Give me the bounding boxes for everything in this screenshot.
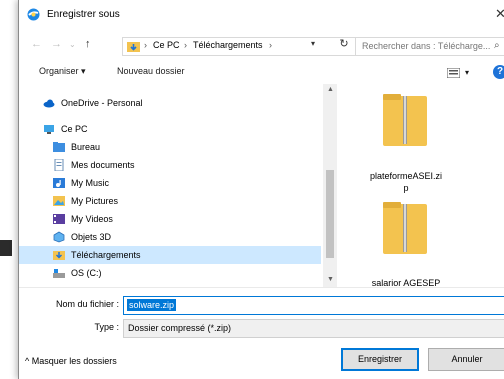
- breadcrumb-separator-icon: ›: [184, 40, 187, 50]
- nav-item-this-pc[interactable]: Ce PC: [19, 120, 321, 138]
- file-type-value: Dossier compressé (*.zip): [128, 323, 232, 333]
- scroll-down-icon[interactable]: ▼: [327, 276, 334, 283]
- title-bar: Enregistrer sous ✕: [19, 0, 504, 28]
- nav-item-os-drive[interactable]: OS (C:): [19, 264, 321, 282]
- breadcrumb-separator-icon: ›: [269, 40, 272, 50]
- breadcrumb-item-downloads[interactable]: Téléchargements: [193, 40, 263, 50]
- browser-icon: [27, 8, 40, 21]
- file-name: salarior AGESEP: [371, 278, 441, 287]
- nav-item-videos[interactable]: My Videos: [19, 210, 321, 228]
- search-box[interactable]: Rechercher dans : Télécharge... ⌕: [355, 37, 504, 56]
- command-bar: Organiser ▾ Nouveau dossier ▾ ?: [19, 62, 504, 84]
- save-form: Nom du fichier : solware.zip Type : Doss…: [19, 287, 504, 379]
- nav-item-downloads[interactable]: Téléchargements: [19, 246, 321, 264]
- breadcrumb[interactable]: › Ce PC › Téléchargements ›: [122, 37, 365, 56]
- up-arrow-icon[interactable]: ↑: [85, 38, 91, 50]
- cloud-icon: [43, 99, 55, 108]
- zip-folder-icon: [383, 202, 427, 254]
- downloads-folder-icon: [127, 42, 140, 52]
- videos-icon: [53, 214, 65, 224]
- scroll-thumb[interactable]: [326, 170, 334, 258]
- back-arrow-icon[interactable]: ←: [31, 38, 42, 50]
- pc-icon: [44, 125, 54, 134]
- nav-item-music[interactable]: My Music: [19, 174, 321, 192]
- folder-icon: [53, 142, 65, 152]
- downloads-icon: [53, 251, 65, 260]
- nav-scrollbar[interactable]: ▲ ▼: [323, 84, 337, 287]
- save-button[interactable]: Enregistrer: [341, 348, 419, 371]
- refresh-icon[interactable]: ↻: [336, 37, 352, 53]
- nav-item-onedrive[interactable]: OneDrive - Personal: [19, 94, 321, 112]
- address-dropdown-icon[interactable]: ▾: [311, 39, 315, 48]
- filename-label: Nom du fichier :: [55, 299, 119, 309]
- file-type-select[interactable]: Dossier compressé (*.zip): [123, 319, 504, 338]
- address-bar-row: ← → ⌄ ↑ › Ce PC › Téléchargements › ▾ ↻ …: [19, 28, 504, 62]
- file-name: plateformeASEI.zi: [369, 171, 443, 181]
- nav-item-3d-objects[interactable]: Objets 3D: [19, 228, 321, 246]
- breadcrumb-item-pc[interactable]: Ce PC: [153, 40, 180, 50]
- window-title: Enregistrer sous: [47, 9, 120, 20]
- search-input[interactable]: Rechercher dans : Télécharge...: [362, 41, 490, 51]
- music-icon: [53, 178, 65, 188]
- history-chevron-icon[interactable]: ⌄: [69, 40, 76, 49]
- zip-folder-icon: [383, 94, 427, 146]
- cancel-button[interactable]: Annuler: [428, 348, 504, 371]
- documents-icon: [54, 159, 64, 171]
- hide-folders-button[interactable]: ^ Masquer les dossiers: [25, 356, 117, 366]
- nav-item-desktop[interactable]: Bureau: [19, 138, 321, 156]
- file-name-wrap: p: [403, 183, 409, 193]
- nav-item-pictures[interactable]: My Pictures: [19, 192, 321, 210]
- type-label: Type :: [94, 322, 119, 332]
- help-icon[interactable]: ?: [493, 65, 504, 79]
- pictures-icon: [53, 196, 65, 206]
- objects3d-icon: [53, 231, 65, 243]
- filename-field[interactable]: solware.zip: [123, 296, 504, 315]
- view-options-icon[interactable]: [447, 68, 460, 78]
- close-icon[interactable]: ✕: [495, 6, 504, 22]
- organize-button[interactable]: Organiser ▾: [39, 66, 86, 77]
- drive-icon: [53, 269, 65, 278]
- scroll-up-icon[interactable]: ▲: [327, 86, 334, 93]
- nav-item-documents[interactable]: Mes documents: [19, 156, 321, 174]
- new-folder-button[interactable]: Nouveau dossier: [117, 66, 185, 76]
- forward-arrow-icon[interactable]: →: [51, 38, 62, 50]
- save-as-dialog: Enregistrer sous ✕ ← → ⌄ ↑ › Ce PC › Tél…: [18, 0, 504, 379]
- file-list: plateformeASEI.zi p salarior AGESEP: [339, 84, 504, 287]
- background-window-edge: [0, 240, 12, 256]
- search-icon[interactable]: ⌕: [494, 40, 500, 51]
- breadcrumb-separator-icon: ›: [144, 40, 147, 50]
- view-dropdown-icon[interactable]: ▾: [465, 68, 469, 77]
- navigation-pane: OneDrive - Personal Ce PC Bureau Mes doc…: [19, 84, 339, 287]
- filename-value[interactable]: solware.zip: [127, 299, 177, 311]
